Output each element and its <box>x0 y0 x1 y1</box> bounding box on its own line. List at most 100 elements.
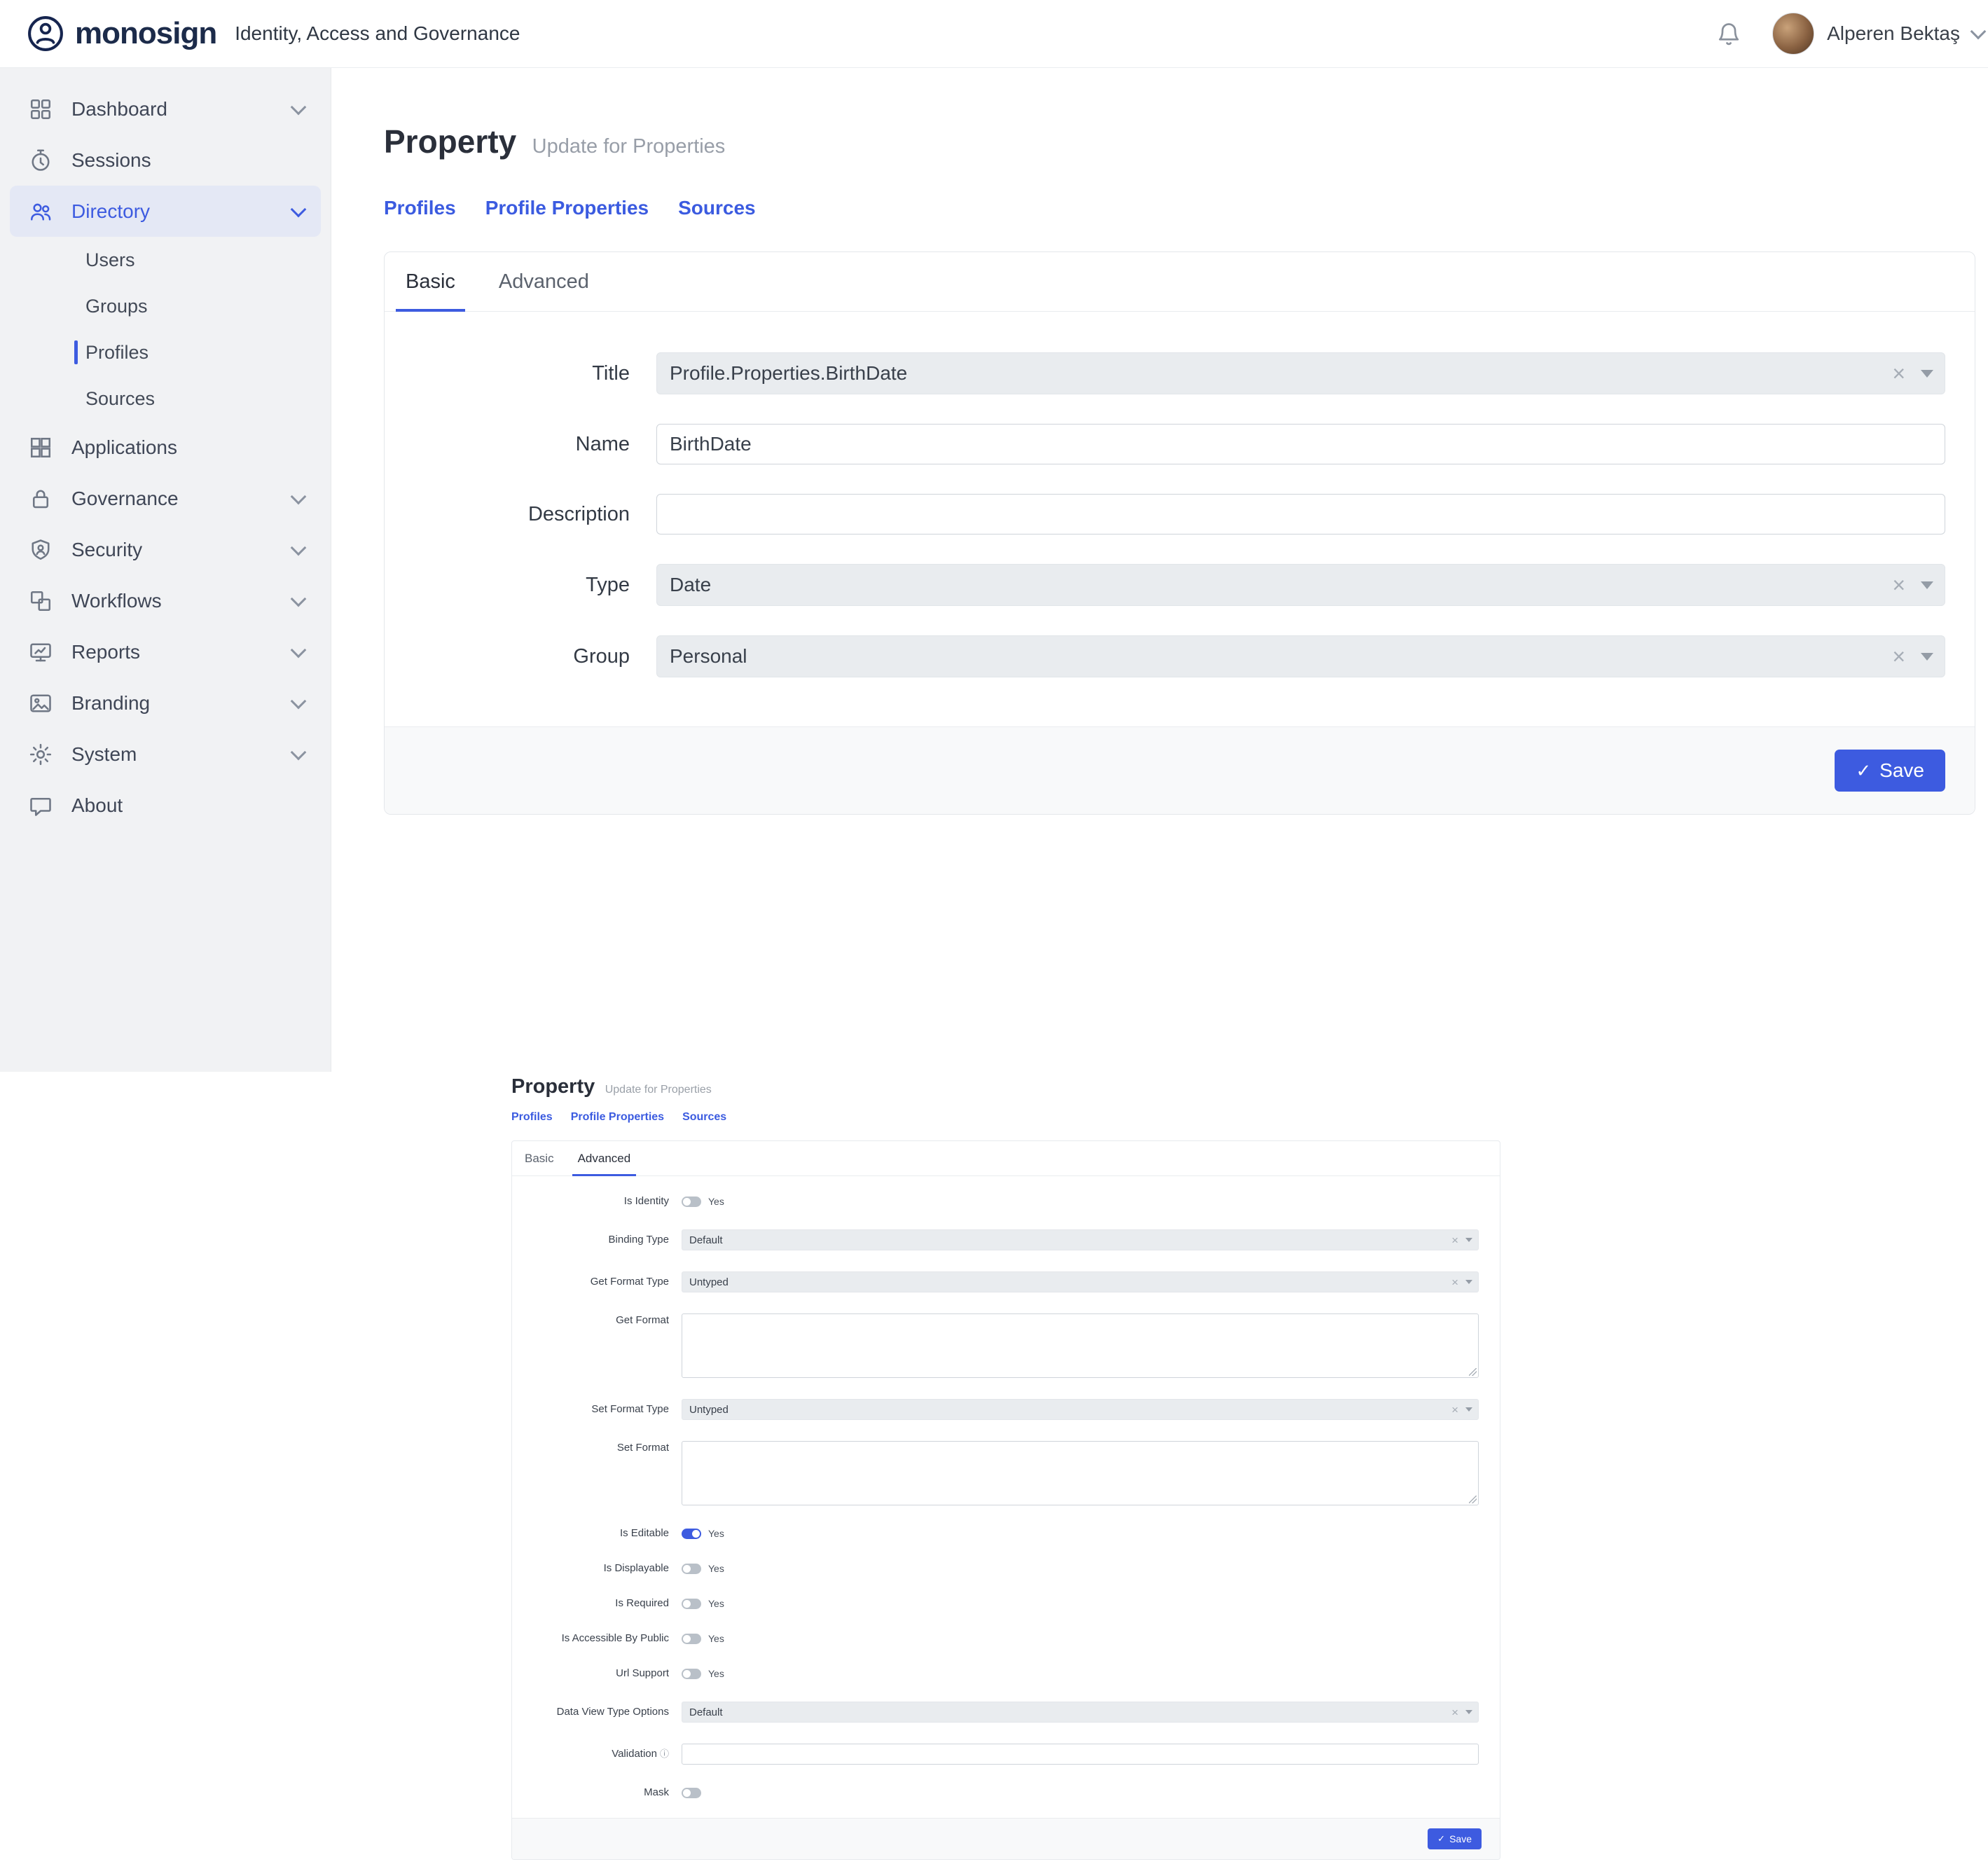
description-input[interactable] <box>656 494 1945 535</box>
dashboard-icon <box>28 97 53 122</box>
caret-down-icon <box>1465 1238 1472 1242</box>
nav-link-profiles[interactable]: Profiles <box>384 197 456 219</box>
sidebar-item-system[interactable]: System <box>10 729 321 780</box>
sidebar-item-dashboard[interactable]: Dashboard <box>10 83 321 135</box>
directory-icon <box>28 199 53 224</box>
is-editable-toggle[interactable] <box>682 1529 701 1539</box>
tab-basic[interactable]: Basic <box>396 252 465 312</box>
user-name[interactable]: Alperen Bektaş <box>1827 22 1960 45</box>
sidebar-item-directory[interactable]: Directory <box>10 186 321 237</box>
chevron-down-icon <box>291 488 307 504</box>
notifications-bell-icon[interactable] <box>1716 21 1741 46</box>
set-format-type-select[interactable]: Untyped × <box>682 1399 1479 1420</box>
toggle-label: Yes <box>708 1633 724 1644</box>
basic-form: Title Profile.Properties.BirthDate × Nam… <box>385 312 1975 726</box>
card-tabbar: Basic Advanced <box>385 252 1975 312</box>
tab-advanced[interactable]: Advanced <box>572 1141 637 1176</box>
sidebar-item-label: Governance <box>71 488 179 510</box>
caret-down-icon <box>1921 653 1933 661</box>
sidebar-item-users[interactable]: Users <box>0 237 331 283</box>
tab-advanced[interactable]: Advanced <box>489 252 599 312</box>
clear-icon[interactable]: × <box>1892 645 1905 668</box>
clear-icon[interactable]: × <box>1451 1234 1458 1246</box>
form-row-name: Name <box>385 424 1945 464</box>
validation-input[interactable] <box>682 1744 1479 1765</box>
save-button[interactable]: ✓ Save <box>1428 1828 1482 1849</box>
chevron-down-icon <box>291 642 307 658</box>
form-row-validation: Validationⓘ <box>512 1744 1479 1765</box>
caret-down-icon <box>1921 581 1933 589</box>
sidebar-item-label: Reports <box>71 641 140 663</box>
set-format-textarea[interactable] <box>682 1441 1479 1505</box>
clear-icon[interactable]: × <box>1451 1276 1458 1288</box>
get-format-textarea[interactable] <box>682 1313 1479 1378</box>
sidebar-item-applications[interactable]: Applications <box>10 422 321 473</box>
page-subtitle: Update for Properties <box>605 1084 712 1096</box>
sidebar-item-groups[interactable]: Groups <box>0 283 331 329</box>
sidebar-item-workflows[interactable]: Workflows <box>10 575 321 626</box>
tab-basic[interactable]: Basic <box>519 1141 560 1176</box>
check-icon: ✓ <box>1856 760 1871 782</box>
field-label: Name <box>385 433 656 456</box>
field-label: Url Support <box>512 1667 682 1681</box>
info-icon: ⓘ <box>660 1749 669 1759</box>
brand-logo[interactable]: monosign Identity, Access and Governance <box>26 14 520 53</box>
data-view-type-options-select[interactable]: Default × <box>682 1702 1479 1723</box>
sidebar-item-security[interactable]: Security <box>10 524 321 575</box>
group-select[interactable]: Personal × <box>656 635 1945 677</box>
sidebar-item-about[interactable]: About <box>10 780 321 831</box>
page-title: Property <box>384 123 516 160</box>
nav-link-sources[interactable]: Sources <box>678 197 756 219</box>
monosign-logo-icon <box>26 14 65 53</box>
chat-icon <box>28 793 53 818</box>
sidebar-item-governance[interactable]: Governance <box>10 473 321 524</box>
get-format-type-select[interactable]: Untyped × <box>682 1271 1479 1292</box>
field-label: Description <box>385 503 656 526</box>
nav-link-profile-properties[interactable]: Profile Properties <box>571 1111 664 1125</box>
chevron-down-icon <box>291 591 307 607</box>
save-button[interactable]: ✓ Save <box>1835 750 1945 792</box>
url-support-toggle[interactable] <box>682 1669 701 1679</box>
user-avatar[interactable] <box>1772 13 1814 55</box>
type-select[interactable]: Date × <box>656 564 1945 606</box>
sidebar-item-branding[interactable]: Branding <box>10 677 321 729</box>
sidebar-item-sessions[interactable]: Sessions <box>10 135 321 186</box>
sidebar-item-sources[interactable]: Sources <box>0 375 331 422</box>
sidebar-item-label: System <box>71 743 137 766</box>
select-value: Personal <box>670 645 1892 668</box>
sidebar-item-reports[interactable]: Reports <box>10 626 321 677</box>
is-identity-toggle[interactable] <box>682 1196 701 1207</box>
nav-link-profile-properties[interactable]: Profile Properties <box>485 197 649 219</box>
property-card: Basic Advanced Title Profile.Properties.… <box>384 251 1975 815</box>
sidebar-item-profiles[interactable]: Profiles <box>0 329 331 375</box>
caret-down-icon <box>1921 370 1933 378</box>
page-head: Property Update for Properties <box>511 1075 1500 1098</box>
is-displayable-toggle[interactable] <box>682 1564 701 1574</box>
lock-icon <box>28 486 53 511</box>
binding-type-select[interactable]: Default × <box>682 1229 1479 1250</box>
is-required-toggle[interactable] <box>682 1599 701 1609</box>
brand-tagline: Identity, Access and Governance <box>235 22 520 45</box>
nav-link-profiles[interactable]: Profiles <box>511 1111 553 1125</box>
sidebar-item-label: Directory <box>71 200 150 223</box>
clear-icon[interactable]: × <box>1451 1706 1458 1718</box>
field-label: Is Editable <box>512 1526 682 1540</box>
form-row-mask: Mask <box>512 1786 1479 1800</box>
is-accessible-by-public-toggle[interactable] <box>682 1634 701 1644</box>
nav-link-sources[interactable]: Sources <box>682 1111 726 1125</box>
clear-icon[interactable]: × <box>1892 574 1905 596</box>
sidebar-subitem-label: Sources <box>85 388 155 410</box>
clear-icon[interactable]: × <box>1451 1404 1458 1416</box>
page-nav-links: Profiles Profile Properties Sources <box>384 197 1975 219</box>
field-label: Mask <box>512 1786 682 1800</box>
form-row-get-format: Get Format <box>512 1313 1479 1378</box>
chevron-down-icon[interactable] <box>1970 24 1987 40</box>
form-row-binding-type: Binding Type Default × <box>512 1229 1479 1250</box>
field-label: Is Accessible By Public <box>512 1632 682 1646</box>
title-select[interactable]: Profile.Properties.BirthDate × <box>656 352 1945 394</box>
select-value: Untyped <box>689 1276 1451 1288</box>
name-input[interactable] <box>656 424 1945 464</box>
mask-toggle[interactable] <box>682 1788 701 1798</box>
clear-icon[interactable]: × <box>1892 362 1905 385</box>
chevron-down-icon <box>291 99 307 115</box>
